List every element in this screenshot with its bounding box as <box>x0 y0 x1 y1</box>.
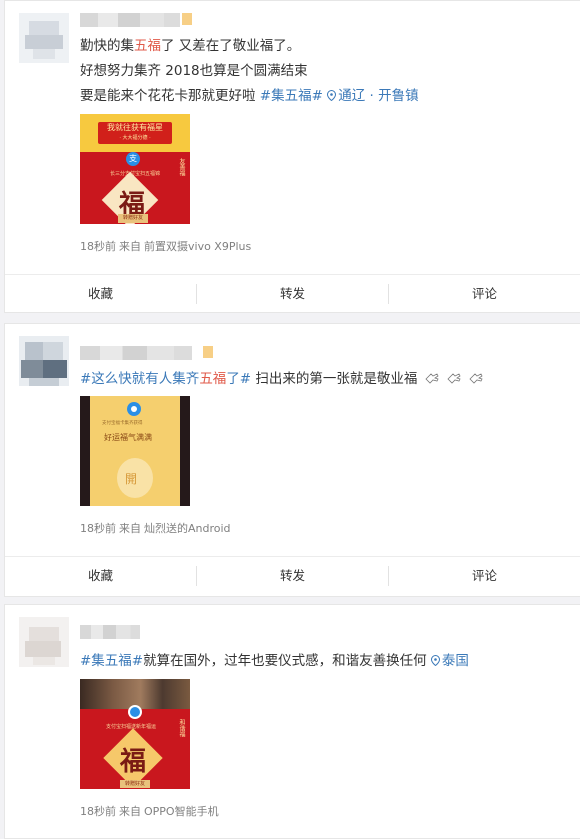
username-blurred[interactable] <box>80 13 180 27</box>
device-name: 前置双摄vivo X9Plus <box>144 240 252 253</box>
post-text-line: 勤快的集五福了 又差在了敬业福了。 <box>80 34 570 59</box>
location-link[interactable]: 泰国 <box>430 653 469 669</box>
post-text: 勤快的集 <box>80 38 134 54</box>
repost-button[interactable]: 转发 <box>197 565 389 586</box>
meta-from: 来自 <box>119 240 141 253</box>
post-text: 就算在国外，过年也要仪式感，和谐友善换任何 <box>143 653 431 669</box>
image-button: 转赠好友 <box>120 780 150 788</box>
weibo-post-2: #这么快就有人集齐五福了# 扫出来的第一张就是敬业福 支付宝福卡集齐获得 好运福… <box>4 323 580 597</box>
alipay-logo-icon <box>128 705 142 719</box>
post-text-line: #这么快就有人集齐五福了# 扫出来的第一张就是敬业福 <box>80 367 570 392</box>
topic-tag[interactable]: #集五福# <box>80 653 143 669</box>
post-text: 要是能来个花花卡那就更好啦 <box>80 88 260 104</box>
weibo-post-1: 勤快的集五福了 又差在了敬业福了。 好想努力集齐 2018也算是个圆满结束 要是… <box>4 0 580 313</box>
post-actions: 收藏 转发 评论 <box>5 556 580 594</box>
username-blurred[interactable] <box>80 625 140 639</box>
device-name: 灿烈送的Android <box>144 522 231 535</box>
image-text: 支付宝福卡集齐获得 <box>102 421 143 426</box>
topic-tag[interactable]: #集五福# <box>260 88 323 104</box>
weibo-post-3: #集五福#就算在国外，过年也要仪式感，和谐友善换任何 泰国 支付宝扫福送新年福运… <box>4 604 580 839</box>
image-text: · 大大福分德 · <box>119 135 151 141</box>
highlight-word: 五福 <box>199 371 227 387</box>
comment-button[interactable]: 评论 <box>389 566 580 586</box>
location-text: 通辽 · 开鲁镇 <box>338 88 419 104</box>
image-plate: 我就往获有福星 · 大大福分德 · <box>98 122 172 144</box>
post-text-line: 好想努力集齐 2018也算是个圆满结束 <box>80 59 570 84</box>
post-text-line: #集五福#就算在国外，过年也要仪式感，和谐友善换任何 泰国 <box>80 649 570 674</box>
username-blurred[interactable] <box>80 346 192 360</box>
vip-badge-icon <box>182 13 192 25</box>
post-text-line: 要是能来个花花卡那就更好啦 #集五福# 通辽 · 开鲁镇 <box>80 84 570 109</box>
fu-character: 福 <box>119 747 146 777</box>
image-text: 友善福 <box>178 158 185 176</box>
pointing-hand-emoji-icon <box>469 373 483 384</box>
tag-text: 了# <box>226 371 252 387</box>
image-text: 開 <box>125 472 138 486</box>
vip-badge-icon <box>203 346 213 358</box>
post-time[interactable]: 18秒前 <box>80 805 116 818</box>
post-time[interactable]: 18秒前 <box>80 522 116 535</box>
pointing-hand-emoji-icon <box>447 373 461 384</box>
post-meta: 18秒前 来自 前置双摄vivo X9Plus <box>80 238 254 254</box>
post-meta: 18秒前 来自 灿烈送的Android <box>80 520 234 536</box>
location-text: 泰国 <box>441 653 469 669</box>
alipay-logo-icon: 支 <box>126 152 140 166</box>
image-text: 好运福气满满 <box>104 433 152 442</box>
post-actions: 收藏 转发 评论 <box>5 274 580 312</box>
meta-from: 来自 <box>119 522 141 535</box>
post-time[interactable]: 18秒前 <box>80 240 116 253</box>
highlight-word: 五福 <box>134 38 161 54</box>
image-text: 和谐福 <box>178 719 185 737</box>
avatar[interactable] <box>19 617 69 667</box>
location-pin-icon <box>327 90 337 101</box>
meta-from: 来自 <box>119 805 141 818</box>
favorite-button[interactable]: 收藏 <box>5 283 197 304</box>
topic-tag[interactable]: #这么快就有人集齐五福了# <box>80 371 251 387</box>
favorite-button[interactable]: 收藏 <box>5 565 197 586</box>
pointing-hand-emoji-icon <box>425 373 439 384</box>
post-text: 扫出来的第一张就是敬业福 <box>251 371 418 387</box>
post-meta: 18秒前 来自 OPPO智能手机 <box>80 803 222 819</box>
post-image[interactable]: 我就往获有福星 · 大大福分德 · 支 长三分支付宝扫五福锦 福 友善福 转赠好… <box>80 114 190 224</box>
avatar[interactable] <box>19 13 69 63</box>
device-name: OPPO智能手机 <box>144 805 219 818</box>
post-text: 了 又差在了敬业福了。 <box>161 38 301 54</box>
location-link[interactable]: 通辽 · 开鲁镇 <box>327 88 419 104</box>
post-image[interactable]: 支付宝福卡集齐获得 好运福气满满 開 <box>80 396 190 506</box>
image-button: 转赠好友 <box>118 214 148 223</box>
avatar[interactable] <box>19 336 69 386</box>
location-pin-icon <box>430 655 440 666</box>
post-image[interactable]: 支付宝扫福送新年福运 福 和谐福 转赠好友 <box>80 679 190 789</box>
comment-button[interactable]: 评论 <box>389 284 580 304</box>
alipay-logo-icon <box>127 402 141 416</box>
image-text: 我就往获有福星 <box>107 123 163 132</box>
repost-button[interactable]: 转发 <box>197 283 389 304</box>
post-text: 好想努力集齐 2018也算是个圆满结束 <box>80 63 308 79</box>
tag-text: #这么快就有人集齐 <box>80 371 200 387</box>
